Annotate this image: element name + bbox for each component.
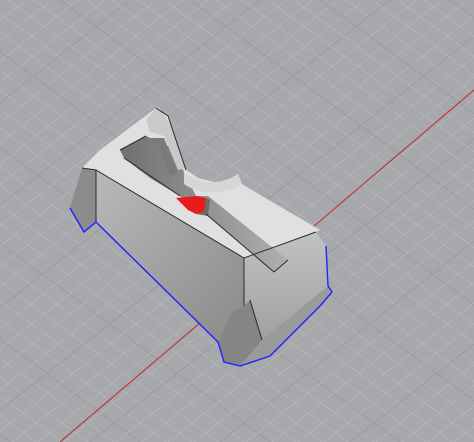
- left-foot-face: [70, 168, 98, 232]
- selected-solid-object[interactable]: [69, 106, 333, 367]
- grid-line: [427, 405, 474, 442]
- grid-line: [319, 0, 474, 115]
- viewport-3d[interactable]: [0, 0, 474, 442]
- grid-line: [293, 0, 474, 134]
- grid-line: [323, 323, 474, 442]
- grid-line: [375, 364, 474, 442]
- grid-line: [0, 395, 63, 442]
- grid-line: [371, 0, 474, 76]
- viewport-canvas[interactable]: [0, 0, 474, 442]
- grid-line: [0, 434, 11, 442]
- grid-line: [0, 0, 79, 63]
